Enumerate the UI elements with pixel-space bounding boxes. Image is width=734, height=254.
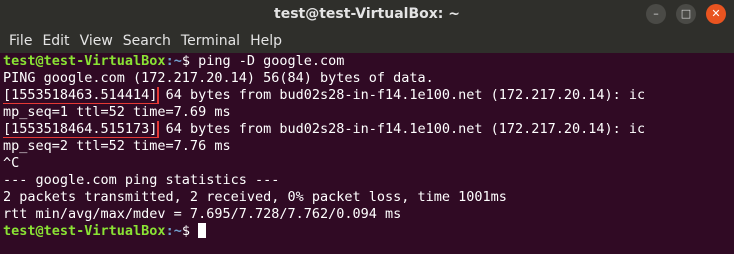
stats-header: --- google.com ping statistics --- — [3, 172, 280, 188]
menu-search[interactable]: Search — [118, 33, 176, 49]
command-line: test@test-VirtualBox:~$ ping -D google.c… — [3, 53, 734, 70]
window-controls: – □ ✕ — [646, 4, 726, 24]
maximize-button[interactable]: □ — [676, 4, 696, 24]
prompt-line: test@test-VirtualBox:~$ — [3, 223, 734, 240]
terminal-output[interactable]: test@test-VirtualBox:~$ ping -D google.c… — [3, 53, 734, 254]
text-cursor — [198, 223, 207, 238]
prompt-user: test@test-VirtualBox — [3, 53, 166, 69]
menu-file[interactable]: File — [4, 33, 37, 49]
menu-terminal[interactable]: Terminal — [176, 33, 245, 49]
timestamp-highlight-2: [1553518464.515173] — [3, 121, 160, 138]
stats-rtt: rtt min/avg/max/mdev = 7.695/7.728/7.762… — [3, 206, 402, 222]
reply-line-2: [1553518464.515173] 64 bytes from bud02s… — [3, 121, 734, 138]
menu-view[interactable]: View — [75, 33, 118, 49]
prompt-user: test@test-VirtualBox — [3, 223, 166, 239]
timestamp-highlight-1: [1553518463.514414] — [3, 87, 160, 104]
reply-wrap-1: mp_seq=1 ttl=52 time=7.69 ms — [3, 104, 231, 120]
menu-bar: File Edit View Search Terminal Help — [0, 28, 734, 53]
minimize-button[interactable]: – — [646, 4, 666, 24]
prompt-symbol: $ — [181, 223, 190, 239]
prompt-path: :~ — [165, 223, 182, 239]
title-bar[interactable]: test@test-VirtualBox: ~ – □ ✕ — [0, 0, 734, 28]
output-line: PING google.com (172.217.20.14) 56(84) b… — [3, 70, 434, 86]
close-button[interactable]: ✕ — [706, 4, 726, 24]
reply-text-2: 64 bytes from bud02s28-in-f14.1e100.net … — [157, 121, 646, 137]
prompt-path: :~ — [165, 53, 182, 69]
menu-help[interactable]: Help — [245, 33, 287, 49]
terminal-window: test@test-VirtualBox: ~ – □ ✕ File Edit … — [0, 0, 734, 254]
reply-line-1: [1553518463.514414] 64 bytes from bud02s… — [3, 87, 734, 104]
command-text: ping -D google.com — [189, 53, 345, 69]
interrupt-line: ^C — [3, 155, 20, 171]
window-title: test@test-VirtualBox: ~ — [274, 6, 460, 22]
menu-edit[interactable]: Edit — [37, 33, 74, 49]
reply-text-1: 64 bytes from bud02s28-in-f14.1e100.net … — [157, 87, 646, 103]
prompt-symbol: $ — [181, 53, 190, 69]
stats-packets: 2 packets transmitted, 2 received, 0% pa… — [3, 189, 507, 205]
reply-wrap-2: mp_seq=2 ttl=52 time=7.76 ms — [3, 138, 231, 154]
